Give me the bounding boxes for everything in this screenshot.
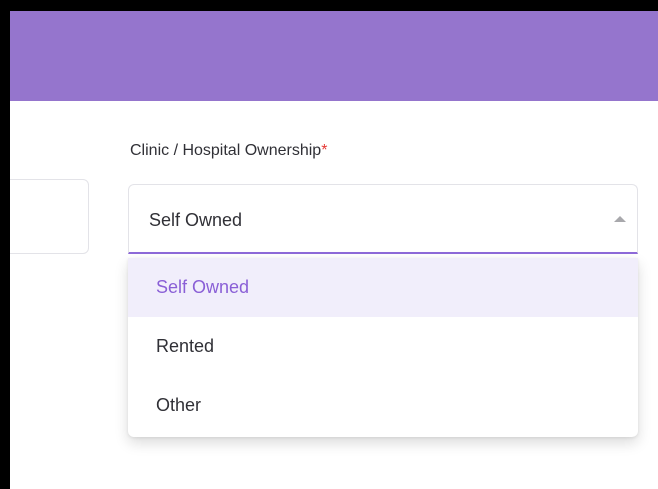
ownership-select-value: Self Owned: [149, 210, 243, 230]
option-other[interactable]: Other: [128, 376, 638, 435]
window-frame: Clinic / Hospital Ownership* Self Owned …: [0, 0, 658, 489]
required-marker: *: [321, 142, 328, 159]
ownership-field-label: Clinic / Hospital Ownership*: [130, 142, 327, 160]
previous-field-input[interactable]: [10, 179, 89, 254]
ownership-label-text: Clinic / Hospital Ownership: [130, 142, 322, 159]
ownership-select[interactable]: Self Owned: [128, 184, 638, 254]
option-self-owned[interactable]: Self Owned: [128, 258, 638, 317]
header-bar: [10, 11, 658, 101]
ownership-dropdown-menu: Self Owned Rented Other: [128, 258, 638, 437]
caret-up-icon[interactable]: [614, 216, 626, 222]
option-rented[interactable]: Rented: [128, 317, 638, 376]
